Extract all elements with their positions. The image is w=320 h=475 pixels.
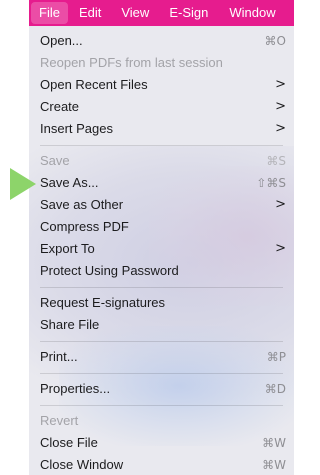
chevron-right-icon: > — [275, 197, 286, 212]
menu-item-create[interactable]: Create > — [29, 96, 294, 118]
menu-item-label: Save as Other — [40, 197, 124, 212]
menu-edit[interactable]: Edit — [79, 0, 101, 26]
shortcut-label: ⌘P — [266, 350, 286, 364]
menu-item-revert: Revert — [29, 410, 294, 432]
menu-separator — [29, 400, 294, 410]
menu-item-label: Open Recent Files — [40, 77, 148, 92]
menu-file[interactable]: File — [31, 2, 68, 24]
menu-item-open-recent-files[interactable]: Open Recent Files > — [29, 74, 294, 96]
menu-separator — [29, 140, 294, 150]
menu-item-label: Request E-signatures — [40, 295, 166, 310]
chevron-right-icon: > — [275, 77, 286, 92]
shortcut-label: ⌘O — [264, 34, 286, 48]
menu-item-export-to[interactable]: Export To > — [29, 238, 294, 260]
menu-view[interactable]: View — [121, 0, 149, 26]
file-menu-dropdown: Open... ⌘O Reopen PDFs from last session… — [29, 26, 294, 475]
chevron-right-icon: > — [275, 99, 286, 114]
menu-separator — [29, 368, 294, 378]
menu-item-close-file[interactable]: Close File ⌘W — [29, 432, 294, 454]
menu-item-label: Open... — [40, 33, 83, 48]
menu-item-share-file[interactable]: Share File — [29, 314, 294, 336]
pointer-arrow-icon — [10, 168, 36, 200]
menu-item-reopen-pdfs: Reopen PDFs from last session — [29, 52, 294, 74]
menu-item-label: Save As... — [40, 175, 99, 190]
menu-item-label: Export To — [40, 241, 95, 256]
menu-item-save: Save ⌘S — [29, 150, 294, 172]
shortcut-label: ⌘S — [266, 154, 286, 168]
menu-item-label: Close File — [40, 435, 98, 450]
menu-item-open[interactable]: Open... ⌘O — [29, 30, 294, 52]
menu-item-compress-pdf[interactable]: Compress PDF — [29, 216, 294, 238]
screenshot-stage: File Edit View E-Sign Window Open... ⌘O … — [0, 0, 294, 475]
menu-separator — [29, 282, 294, 292]
menu-item-label: Create — [40, 99, 80, 114]
file-menu-list: Open... ⌘O Reopen PDFs from last session… — [29, 30, 294, 475]
menu-window[interactable]: Window — [229, 0, 275, 26]
menu-item-label: Protect Using Password — [40, 263, 179, 278]
menu-bar: File Edit View E-Sign Window — [29, 0, 294, 26]
shortcut-label: ⌘W — [262, 458, 286, 472]
menu-separator — [29, 336, 294, 346]
shortcut-label: ⇧⌘S — [256, 176, 286, 190]
menu-item-print[interactable]: Print... ⌘P — [29, 346, 294, 368]
menu-item-close-window[interactable]: Close Window ⌘W — [29, 454, 294, 475]
menu-item-label: Close Window — [40, 457, 124, 472]
menu-item-label: Reopen PDFs from last session — [40, 55, 223, 70]
menu-item-label: Insert Pages — [40, 121, 113, 136]
menu-item-save-as[interactable]: Save As... ⇧⌘S — [29, 172, 294, 194]
menu-esign[interactable]: E-Sign — [169, 0, 208, 26]
menu-item-insert-pages[interactable]: Insert Pages > — [29, 118, 294, 140]
shortcut-label: ⌘W — [262, 436, 286, 450]
menu-item-label: Properties... — [40, 381, 111, 396]
chevron-right-icon: > — [275, 121, 286, 136]
menu-item-label: Share File — [40, 317, 100, 332]
menu-item-properties[interactable]: Properties... ⌘D — [29, 378, 294, 400]
shortcut-label: ⌘D — [264, 382, 286, 396]
menu-item-label: Compress PDF — [40, 219, 129, 234]
menu-item-save-as-other[interactable]: Save as Other > — [29, 194, 294, 216]
chevron-right-icon: > — [275, 241, 286, 256]
menu-item-label: Revert — [40, 413, 79, 428]
menu-item-label: Save — [40, 153, 70, 168]
menu-item-label: Print... — [40, 349, 78, 364]
menu-item-request-e-signatures[interactable]: Request E-signatures — [29, 292, 294, 314]
menu-item-protect-using-password[interactable]: Protect Using Password — [29, 260, 294, 282]
